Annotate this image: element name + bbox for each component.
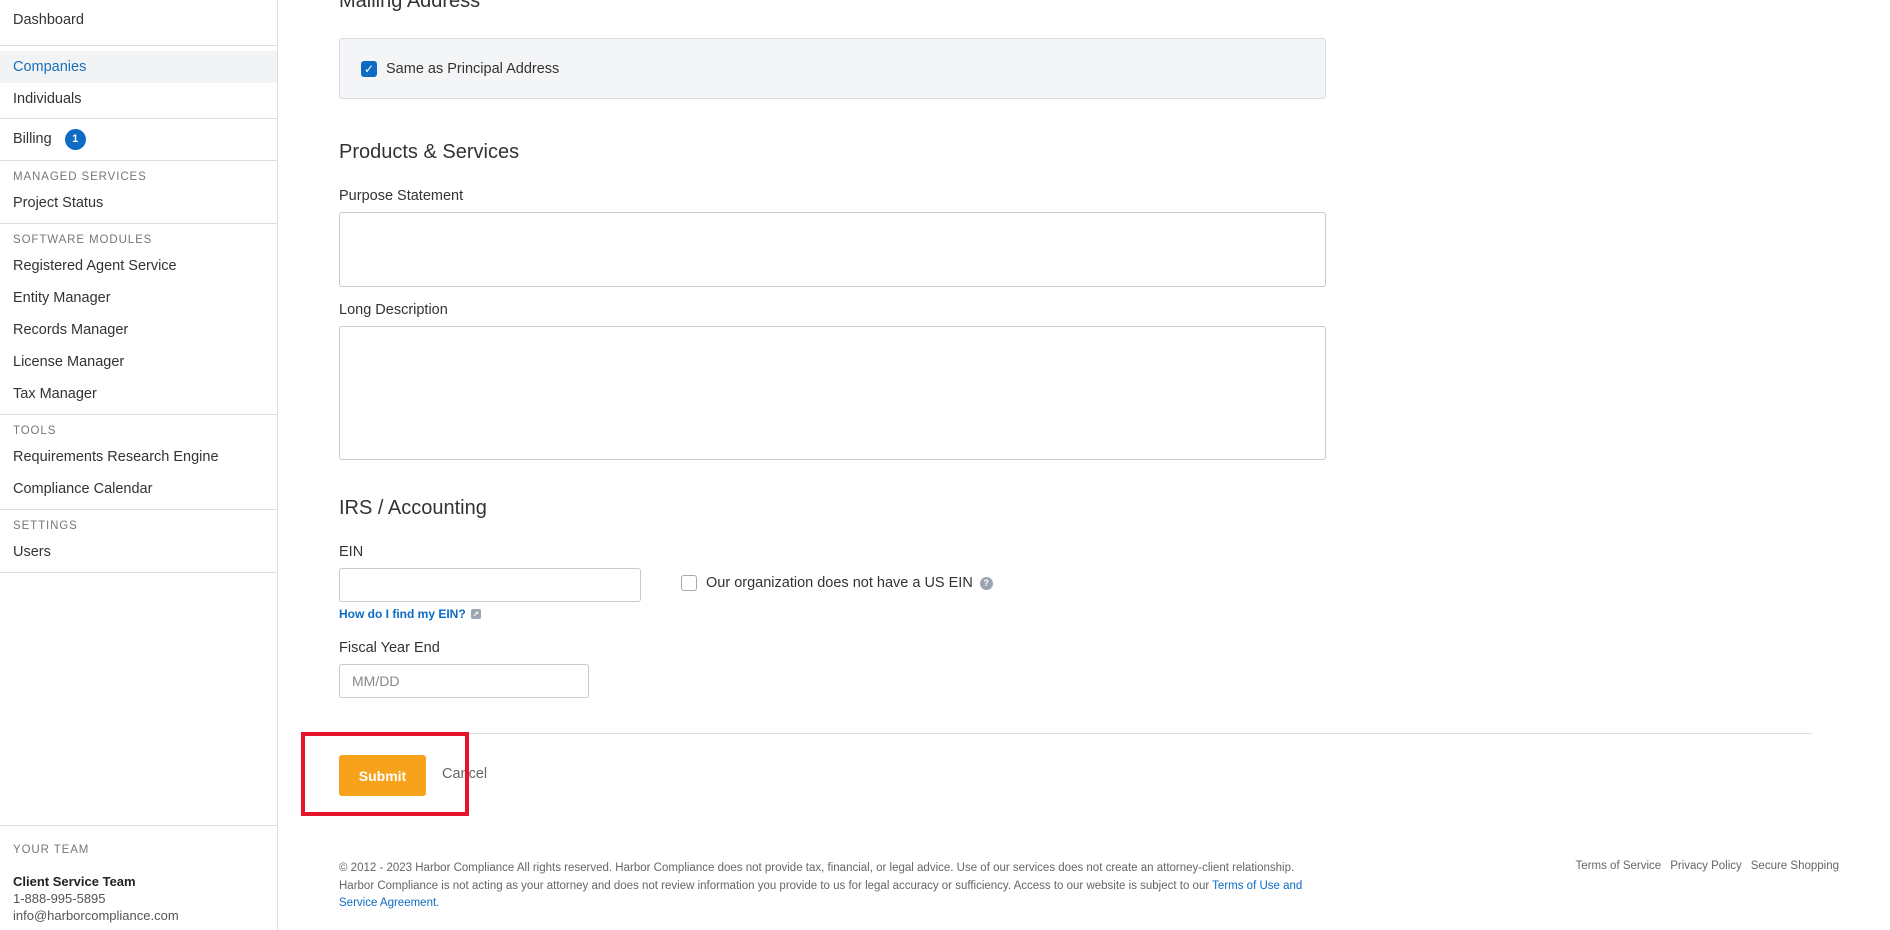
ein-input[interactable] [339, 568, 641, 602]
same-as-principal-checkbox[interactable]: ✓ [361, 60, 377, 77]
sidebar-item-tax-manager[interactable]: Tax Manager [0, 378, 277, 410]
nav-group-billing: Billing 1 [0, 119, 277, 161]
sidebar-item-companies[interactable]: Companies [0, 51, 277, 83]
sidebar-item-dashboard[interactable]: Dashboard [0, 0, 277, 40]
no-ein-option: Our organization does not have a US EIN … [681, 575, 993, 591]
sidebar-item-registered-agent[interactable]: Registered Agent Service [0, 250, 277, 282]
find-ein-link-label: How do I find my EIN? [339, 607, 466, 621]
footer-end: . [436, 897, 440, 909]
nav-group-settings: SETTINGS Users [0, 510, 277, 573]
footer-link-secure-shopping[interactable]: Secure Shopping [1751, 860, 1839, 872]
team-phone: 1-888-995-5895 [13, 891, 106, 906]
team-name: Client Service Team [13, 874, 136, 889]
find-ein-link[interactable]: How do I find my EIN? ↗ [339, 607, 481, 621]
settings-heading: SETTINGS [13, 520, 78, 532]
irs-accounting-title: IRS / Accounting [339, 497, 487, 519]
billing-count-badge: 1 [64, 128, 86, 150]
nav-group-dashboard: Dashboard [0, 0, 277, 46]
ein-label: EIN [339, 544, 364, 560]
mailing-address-title: Mailing Address [339, 0, 481, 12]
managed-services-heading: MANAGED SERVICES [13, 171, 147, 183]
footer-links: Terms of Service Privacy Policy Secure S… [1576, 860, 1839, 872]
sidebar-item-entity-manager[interactable]: Entity Manager [0, 282, 277, 314]
sidebar-item-compliance-calendar[interactable]: Compliance Calendar [0, 473, 277, 505]
sidebar-item-billing[interactable]: Billing 1 [0, 123, 277, 155]
tools-heading: TOOLS [13, 425, 57, 437]
form-divider [312, 733, 1812, 734]
external-link-icon: ↗ [470, 609, 481, 619]
footer-link-privacy[interactable]: Privacy Policy [1670, 860, 1742, 872]
sidebar-item-label: Billing [13, 131, 52, 147]
nav-group-entities: Companies Individuals [0, 46, 277, 119]
team-email: info@harborcompliance.com [13, 908, 179, 923]
sidebar-item-individuals[interactable]: Individuals [0, 83, 277, 115]
long-description-label: Long Description [339, 302, 448, 318]
sidebar: Dashboard Companies Individuals Billing … [0, 0, 278, 930]
products-services-title: Products & Services [339, 141, 520, 163]
your-team: YOUR TEAM Client Service Team 1-888-995-… [0, 825, 277, 924]
fiscal-year-end-label: Fiscal Year End [339, 640, 440, 656]
mailing-address-box: ✓ Same as Principal Address [339, 38, 1326, 99]
highlight-box [301, 732, 469, 816]
sidebar-item-records-manager[interactable]: Records Manager [0, 314, 277, 346]
no-ein-label: Our organization does not have a US EIN [706, 575, 973, 591]
check-icon: ✓ [363, 61, 375, 76]
no-ein-checkbox[interactable] [681, 575, 697, 591]
software-modules-heading: SOFTWARE MODULES [13, 234, 153, 246]
main-content: Mailing Address ✓ Same as Principal Addr… [301, 0, 1839, 930]
footer-text: © 2012 - 2023 Harbor Compliance All righ… [339, 862, 1295, 892]
nav-group-software: SOFTWARE MODULES Registered Agent Servic… [0, 224, 277, 415]
help-icon[interactable]: ? [979, 576, 993, 590]
long-description-textarea[interactable] [339, 326, 1326, 460]
footer-legal: © 2012 - 2023 Harbor Compliance All righ… [339, 860, 1326, 913]
sidebar-item-research-engine[interactable]: Requirements Research Engine [0, 441, 277, 473]
footer-link-terms[interactable]: Terms of Service [1576, 860, 1662, 872]
sidebar-item-project-status[interactable]: Project Status [0, 187, 277, 219]
same-as-principal-label: Same as Principal Address [386, 60, 560, 77]
purpose-statement-textarea[interactable] [339, 212, 1326, 287]
your-team-heading: YOUR TEAM [13, 844, 90, 856]
sidebar-item-license-manager[interactable]: License Manager [0, 346, 277, 378]
nav-group-tools: TOOLS Requirements Research Engine Compl… [0, 415, 277, 510]
purpose-statement-label: Purpose Statement [339, 188, 464, 204]
fiscal-year-end-input[interactable] [339, 664, 589, 698]
nav-group-managed: MANAGED SERVICES Project Status [0, 161, 277, 224]
sidebar-item-users[interactable]: Users [0, 536, 277, 568]
